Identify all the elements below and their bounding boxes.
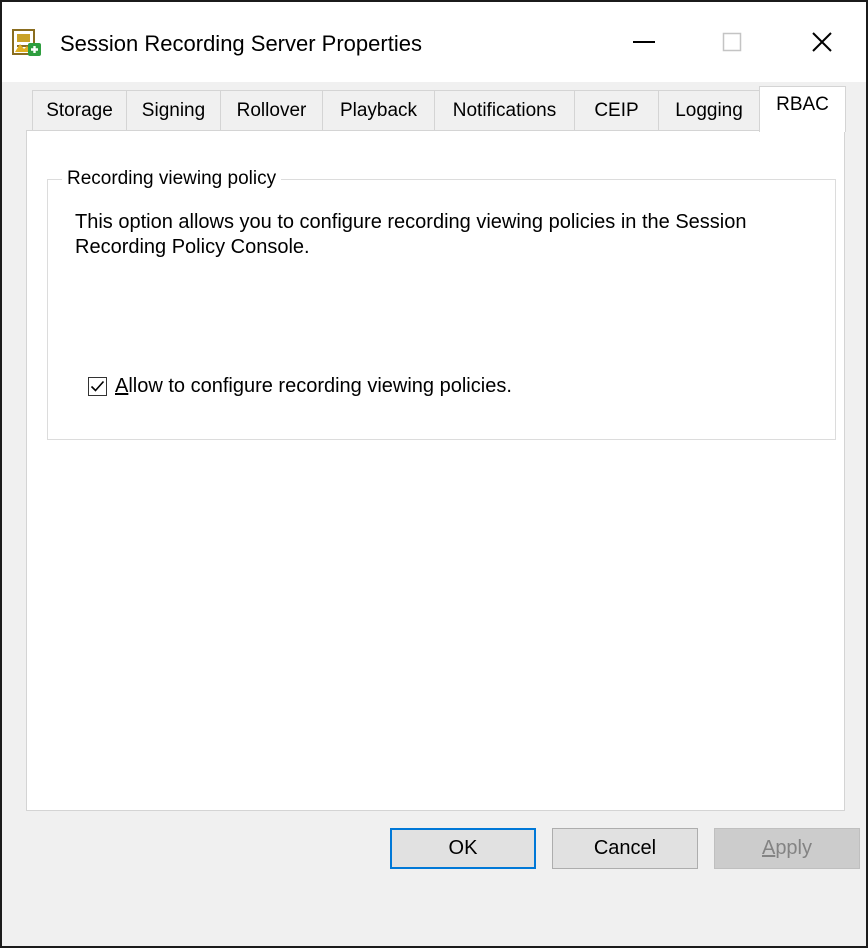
tab-label: Storage <box>46 100 113 121</box>
minimize-icon <box>632 30 656 59</box>
tab-notifications[interactable]: Notifications <box>434 90 575 130</box>
tab-label: CEIP <box>594 100 639 121</box>
maximize-button[interactable] <box>688 16 776 72</box>
tab-logging[interactable]: Logging <box>658 90 760 130</box>
tab-label: Notifications <box>452 100 557 121</box>
properties-dialog: Session Recording Server Properties Stor… <box>0 0 868 948</box>
tab-rbac[interactable]: RBAC <box>759 86 846 132</box>
ok-button[interactable]: OK <box>390 828 536 869</box>
apply-label-text: pply <box>775 837 813 859</box>
checkbox-box[interactable] <box>88 376 107 396</box>
maximize-icon <box>722 32 742 57</box>
session-recording-server-icon <box>12 28 42 58</box>
checkmark-icon <box>90 380 105 392</box>
tab-label: RBAC <box>776 94 829 115</box>
rbac-tab-panel: Recording viewing policy This option all… <box>26 130 845 811</box>
window-title: Session Recording Server Properties <box>60 31 422 56</box>
allow-configure-policies-checkbox[interactable]: Allow to configure recording viewing pol… <box>88 374 512 398</box>
checkbox-mnemonic: A <box>115 375 129 397</box>
close-icon <box>810 30 834 59</box>
tab-playback[interactable]: Playback <box>322 90 435 130</box>
cancel-button[interactable]: Cancel <box>552 828 698 869</box>
group-description: This option allows you to configure reco… <box>75 211 747 258</box>
tab-strip: Storage Signing Rollover Playback Notifi… <box>32 86 852 132</box>
group-title: Recording viewing policy <box>62 167 282 191</box>
recording-viewing-policy-group: Recording viewing policy This option all… <box>47 167 836 440</box>
tab-label: Signing <box>141 100 206 121</box>
apply-button[interactable]: Apply <box>714 828 860 869</box>
tab-label: Logging <box>675 100 743 121</box>
title-bar[interactable]: Session Recording Server Properties <box>2 2 866 82</box>
tab-ceip[interactable]: CEIP <box>574 90 659 130</box>
tab-label: Rollover <box>236 100 307 121</box>
checkbox-label: Allow to configure recording viewing pol… <box>115 374 512 398</box>
tab-signing[interactable]: Signing <box>126 90 221 130</box>
apply-mnemonic: A <box>761 837 776 859</box>
tab-label: Playback <box>339 100 418 121</box>
minimize-button[interactable] <box>600 16 688 72</box>
tab-storage[interactable]: Storage <box>32 90 127 130</box>
tab-rollover[interactable]: Rollover <box>220 90 323 130</box>
checkbox-label-text: llow to configure recording viewing poli… <box>128 375 512 397</box>
close-button[interactable] <box>778 16 866 72</box>
